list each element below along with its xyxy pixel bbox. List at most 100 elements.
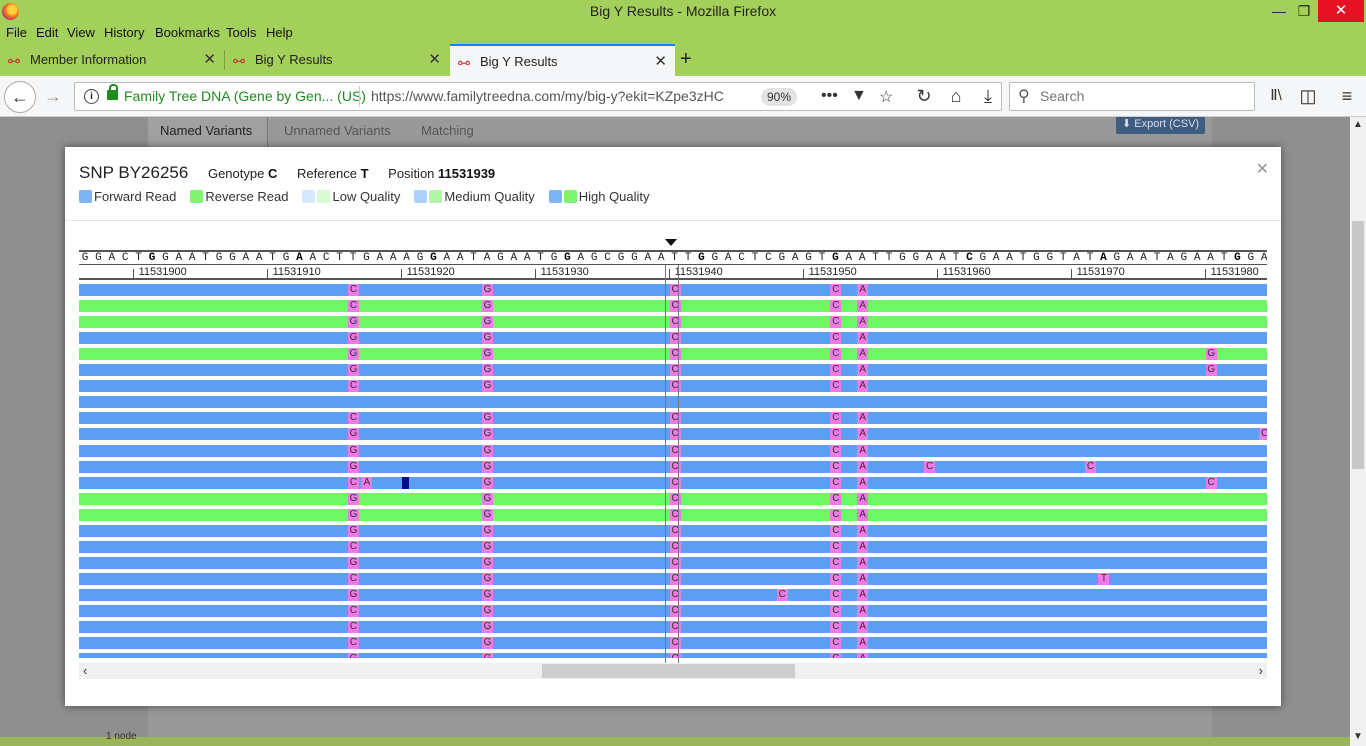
- variant-base: T: [1098, 572, 1110, 585]
- forward-read[interactable]: [79, 396, 1267, 409]
- url-text[interactable]: https://www.familytreedna.com/my/big-y?e…: [371, 88, 724, 104]
- variant-base: A: [857, 428, 869, 441]
- variant-base: C: [830, 540, 842, 553]
- scroll-down-icon[interactable]: ▼: [1353, 731, 1363, 742]
- close-tab-icon[interactable]: ✕: [654, 52, 667, 70]
- close-tab-icon[interactable]: ✕: [203, 50, 216, 68]
- reload-icon[interactable]: ↻: [911, 84, 937, 108]
- info-icon[interactable]: i: [84, 89, 99, 104]
- forward-read[interactable]: GGCCAC: [79, 428, 1267, 441]
- home-icon[interactable]: ⌂: [943, 84, 969, 108]
- menu-bookmarks[interactable]: Bookmarks: [155, 25, 220, 40]
- scroll-thumb[interactable]: [1352, 221, 1364, 469]
- forward-read[interactable]: CGCCA: [79, 380, 1267, 393]
- reference-base: A: [858, 252, 866, 264]
- viewer-scroll-thumb[interactable]: [542, 664, 795, 678]
- variant-base: C: [830, 428, 842, 441]
- address-bar[interactable]: i Family Tree DNA (Gene by Gen... (US) h…: [74, 82, 1002, 111]
- new-tab-button[interactable]: +: [680, 48, 692, 71]
- scroll-left-icon[interactable]: ‹: [83, 663, 87, 678]
- minimize-button[interactable]: —: [1266, 0, 1292, 22]
- page-scrollbar[interactable]: ▲ ▼: [1350, 117, 1366, 746]
- forward-read[interactable]: CGCCA: [79, 412, 1267, 425]
- close-icon[interactable]: ✕: [1256, 159, 1269, 179]
- reference-base: A: [925, 252, 933, 264]
- tab-big-y-results-active[interactable]: ⧟ Big Y Results ✕: [450, 44, 675, 76]
- forward-read[interactable]: CGCCA: [79, 605, 1267, 617]
- zoom-level[interactable]: 90%: [761, 88, 798, 106]
- forward-button[interactable]: →: [40, 84, 66, 108]
- forward-read[interactable]: GGCCA: [79, 653, 1267, 658]
- forward-read[interactable]: CGCCA: [79, 621, 1267, 634]
- variant-base: G: [348, 524, 359, 537]
- scroll-right-icon[interactable]: ›: [1259, 663, 1263, 678]
- site-identity[interactable]: Family Tree DNA (Gene by Gen... (US): [124, 88, 366, 104]
- hamburger-menu-icon[interactable]: ≡: [1334, 84, 1360, 108]
- forward-read[interactable]: GGCCA: [79, 444, 1267, 457]
- sidebar-icon[interactable]: ◫: [1295, 84, 1321, 108]
- position-label: 11531960: [942, 266, 991, 278]
- menu-view[interactable]: View: [67, 25, 95, 40]
- library-icon[interactable]: Ⅱ\: [1263, 84, 1289, 108]
- variant-base: A: [857, 524, 869, 537]
- reference-base: A: [242, 252, 250, 264]
- page-actions-icon[interactable]: •••: [821, 87, 838, 105]
- variant-base: G: [482, 653, 493, 658]
- forward-read[interactable]: GGCCA: [79, 556, 1267, 569]
- variant-base: A: [857, 588, 869, 601]
- menu-history[interactable]: History: [104, 25, 144, 40]
- tab-big-y-results[interactable]: ⧟ Big Y Results ✕: [225, 44, 449, 76]
- reference-base: A: [309, 252, 317, 264]
- reverse-read[interactable]: CGCCA: [79, 300, 1267, 313]
- reverse-read[interactable]: GGCCA: [79, 508, 1267, 521]
- forward-read[interactable]: CGCCA: [79, 284, 1267, 296]
- close-window-button[interactable]: ✕: [1318, 0, 1364, 22]
- forward-read[interactable]: CAGCCAC: [79, 476, 1267, 489]
- search-box[interactable]: ⚲: [1009, 82, 1255, 111]
- menu-file[interactable]: File: [6, 25, 27, 40]
- forward-read[interactable]: GGCCCA: [79, 588, 1267, 601]
- reference-base: A: [577, 252, 585, 264]
- reference-base: A: [1126, 252, 1134, 264]
- tab-named-variants[interactable]: Named Variants: [148, 117, 268, 147]
- tab-matching[interactable]: Matching: [409, 117, 486, 147]
- reads-track[interactable]: CGCCACGCCAGGCCAGGCCAGGCCAGGGCCAGCGCCACGC…: [79, 284, 1267, 658]
- forward-read[interactable]: CGCCA: [79, 637, 1267, 650]
- bookmark-star-icon[interactable]: ☆: [879, 87, 893, 107]
- tab-unnamed-variants[interactable]: Unnamed Variants: [272, 117, 403, 147]
- reverse-read[interactable]: GGCCA: [79, 316, 1267, 329]
- menu-help[interactable]: Help: [266, 25, 293, 40]
- variant-base: C: [830, 524, 842, 537]
- export-csv-button[interactable]: ⬇ Export (CSV): [1116, 117, 1206, 134]
- close-tab-icon[interactable]: ✕: [428, 50, 441, 68]
- variant-base: A: [857, 284, 869, 296]
- reverse-read[interactable]: GGCCAG: [79, 348, 1267, 361]
- variant-base: G: [348, 508, 359, 521]
- menu-tools[interactable]: Tools: [226, 25, 256, 40]
- menu-edit[interactable]: Edit: [36, 25, 58, 40]
- reverse-read[interactable]: GGCCA: [79, 492, 1267, 505]
- position-label: Position: [388, 166, 435, 181]
- download-icon[interactable]: ⤓: [975, 84, 1001, 108]
- scroll-up-icon[interactable]: ▲: [1353, 119, 1363, 130]
- search-input[interactable]: [1040, 88, 1240, 104]
- reference-base: G: [282, 252, 290, 264]
- forward-read[interactable]: GGCCA: [79, 524, 1267, 537]
- back-button[interactable]: ←: [4, 81, 36, 113]
- tab-member-information[interactable]: ⧟ Member Information ✕: [0, 44, 224, 76]
- maximize-button[interactable]: ❐: [1292, 0, 1316, 22]
- forward-read[interactable]: CGCCA: [79, 540, 1267, 553]
- pocket-icon[interactable]: ▼: [851, 87, 867, 105]
- viewer-scrollbar[interactable]: ‹ ›: [79, 663, 1267, 679]
- forward-read[interactable]: GGCCAG: [79, 364, 1267, 377]
- reference-base: A: [376, 252, 384, 264]
- forward-read[interactable]: GGCCACC: [79, 460, 1267, 473]
- reference-base: A: [644, 252, 652, 264]
- forward-read[interactable]: GGCCA: [79, 332, 1267, 345]
- modal-divider: [65, 220, 1281, 221]
- forward-read[interactable]: CGCCAT: [79, 572, 1267, 585]
- reference-base: A: [1193, 252, 1201, 264]
- position-label: 11531940: [674, 266, 723, 278]
- legend: Forward Read Reverse Read Low Quality Mediu…: [79, 189, 664, 204]
- reference-base: G: [590, 252, 598, 264]
